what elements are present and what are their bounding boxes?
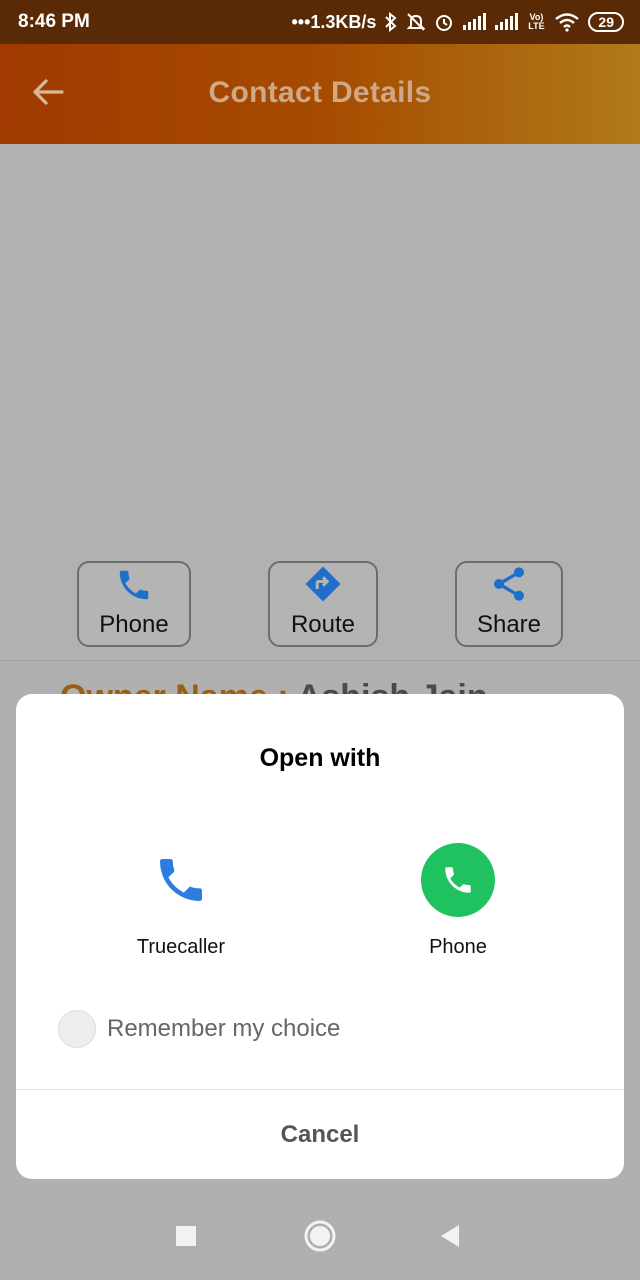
phone-button[interactable]: Phone (77, 561, 191, 647)
home-button[interactable] (300, 1218, 340, 1258)
status-time: 8:46 PM (18, 11, 90, 32)
phone-app-option[interactable]: Phone (358, 842, 558, 959)
wifi-icon (554, 12, 580, 32)
app-bar: Contact Details (0, 44, 640, 144)
remember-checkbox[interactable] (58, 1010, 96, 1048)
share-icon (489, 564, 529, 609)
net-speed: •••1.3KB/s (291, 11, 377, 32)
phone-icon (115, 566, 153, 609)
dialog-title: Open with (259, 744, 381, 772)
truecaller-label: Truecaller (136, 936, 226, 958)
share-button-label: Share (476, 611, 542, 638)
directions-icon (303, 564, 343, 609)
remember-label: Remember my choice (107, 1015, 341, 1042)
status-icons: •••1.3KB/s Vo) LTE 29 (291, 12, 624, 33)
phone-app-icon (421, 843, 495, 917)
truecaller-phone-icon (143, 842, 219, 918)
mute-icon (406, 12, 426, 32)
battery-icon: 29 (588, 12, 624, 32)
home-circle-icon (303, 1219, 337, 1258)
signal-icon (462, 13, 487, 31)
open-with-dialog: Open with Truecaller Phone Remember my c… (16, 694, 624, 1179)
share-button[interactable]: Share (455, 561, 563, 647)
route-button-label: Route (290, 611, 356, 638)
status-bar: 8:46 PM •••1.3KB/s Vo) LTE 29 (0, 0, 640, 44)
phone-app-label: Phone (429, 936, 487, 958)
bluetooth-icon (384, 12, 398, 32)
truecaller-option[interactable]: Truecaller (81, 842, 281, 959)
phone-app-icon-wrap (420, 842, 496, 918)
remember-choice[interactable]: Remember my choice (58, 1010, 340, 1048)
divider (0, 660, 640, 661)
volte-icon: Vo) LTE (528, 12, 545, 31)
nav-back-button[interactable] (434, 1222, 466, 1254)
navigation-bar (0, 1194, 640, 1280)
phone-button-label: Phone (99, 611, 169, 638)
cancel-button[interactable]: Cancel (16, 1090, 624, 1179)
alarm-icon (434, 12, 454, 32)
recents-button[interactable] (170, 1222, 202, 1254)
route-button[interactable]: Route (268, 561, 378, 647)
signal-icon (494, 13, 519, 31)
recents-square-icon (175, 1225, 197, 1252)
page-title: Contact Details (208, 76, 432, 109)
back-triangle-icon (439, 1224, 461, 1253)
